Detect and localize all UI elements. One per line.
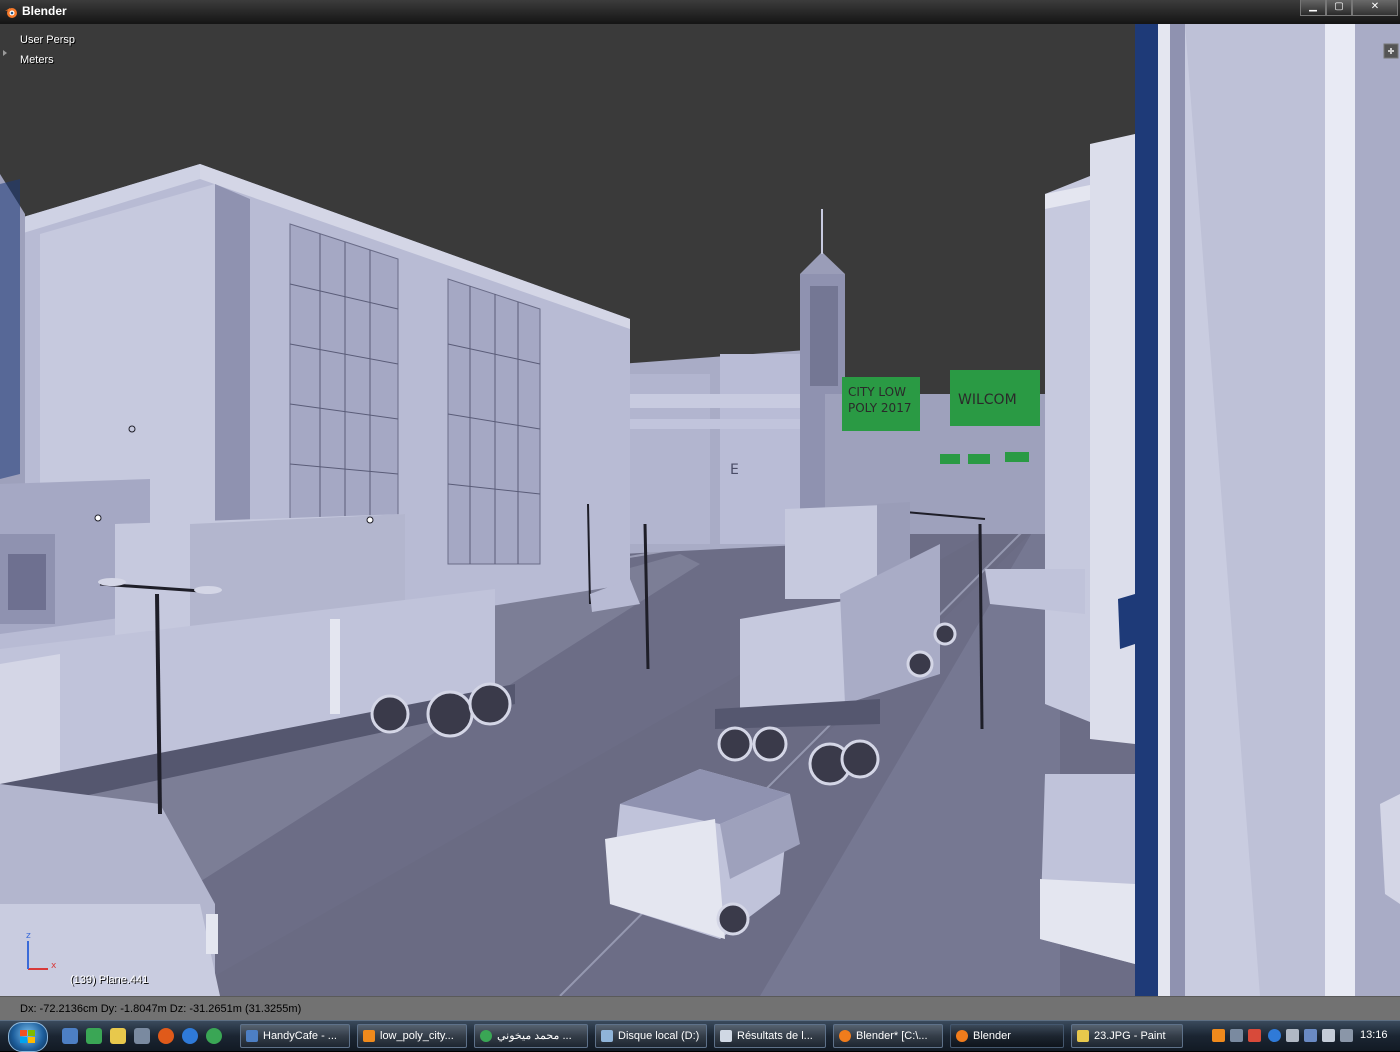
messenger-icon[interactable] xyxy=(182,1028,198,1044)
blender-icon xyxy=(839,1030,851,1042)
quicklaunch-tool-icon[interactable] xyxy=(134,1028,150,1044)
handycafe-icon xyxy=(246,1030,258,1042)
task-chrome[interactable]: محمد ميخوني ... xyxy=(474,1024,588,1048)
transform-readout: Dx: -72.2136cm Dy: -1.8047m Dz: -31.2651… xyxy=(20,1003,302,1015)
tray-network-icon[interactable] xyxy=(1286,1029,1299,1042)
tray-messenger-icon[interactable] xyxy=(1268,1029,1281,1042)
chrome-icon xyxy=(480,1030,492,1042)
billboard-wilcom-text: WILCOM xyxy=(958,392,1017,408)
task-label: Blender xyxy=(973,1030,1011,1042)
task-label: Blender* [C:\... xyxy=(856,1030,928,1042)
task-label: low_poly_city... xyxy=(380,1030,454,1042)
task-resultats[interactable]: Résultats de l... xyxy=(714,1024,826,1048)
tray-app-icon[interactable] xyxy=(1230,1029,1243,1042)
task-vlc-low-poly-city[interactable]: low_poly_city... xyxy=(357,1024,467,1048)
document-icon xyxy=(720,1030,732,1042)
task-paint[interactable]: 23.JPG - Paint xyxy=(1071,1024,1183,1048)
blender-logo-icon xyxy=(5,8,17,18)
tower-letter: E xyxy=(730,462,739,478)
axis-x-label: x xyxy=(51,961,57,971)
minimize-button[interactable]: ▁ xyxy=(1300,0,1326,16)
quicklaunch-app-icon[interactable] xyxy=(86,1028,102,1044)
windows-logo-icon xyxy=(20,1030,35,1043)
tray-bluetooth-icon[interactable] xyxy=(1304,1029,1317,1042)
window-controls: ▁ ▢ ✕ xyxy=(1300,0,1398,16)
quicklaunch-folder-icon[interactable] xyxy=(110,1028,126,1044)
axis-z-label: z xyxy=(26,931,31,941)
start-button[interactable] xyxy=(8,1022,48,1052)
active-object-info: (139) Plane.441 xyxy=(70,974,149,986)
tray-vlc-icon[interactable] xyxy=(1212,1029,1225,1042)
transform-status-bar: Dx: -72.2136cm Dy: -1.8047m Dz: -31.2651… xyxy=(0,996,1400,1021)
paint-icon xyxy=(1077,1030,1089,1042)
blender-icon xyxy=(956,1030,968,1042)
windows-taskbar: HandyCafe - ... low_poly_city... محمد مي… xyxy=(0,1020,1400,1052)
folder-icon xyxy=(601,1030,613,1042)
task-label: HandyCafe - ... xyxy=(263,1030,337,1042)
close-button[interactable]: ✕ xyxy=(1352,0,1398,16)
3d-viewport[interactable]: E CITY LOW POLY 2017 WILCOM x z User Per… xyxy=(0,24,1400,996)
billboard-line-2: POLY 2017 xyxy=(848,401,911,415)
billboard-line-1: CITY LOW xyxy=(848,385,906,399)
window-titlebar[interactable]: Blender ▁ ▢ ✕ xyxy=(0,0,1400,24)
tray-security-icon[interactable] xyxy=(1248,1029,1261,1042)
firefox-icon[interactable] xyxy=(158,1028,174,1044)
task-blender-active[interactable]: Blender xyxy=(950,1024,1064,1048)
city-scene: E CITY LOW POLY 2017 WILCOM x z xyxy=(0,24,1400,996)
maximize-button[interactable]: ▢ xyxy=(1326,0,1352,16)
unit-system-label: Meters xyxy=(20,54,54,66)
volume-icon[interactable] xyxy=(1322,1029,1335,1042)
task-blender-file[interactable]: Blender* [C:\... xyxy=(833,1024,943,1048)
task-handycafe[interactable]: HandyCafe - ... xyxy=(240,1024,350,1048)
tray-power-icon[interactable] xyxy=(1340,1029,1353,1042)
chrome-quicklaunch-icon[interactable] xyxy=(206,1028,222,1044)
task-label: Résultats de l... xyxy=(737,1030,813,1042)
window-title: Blender xyxy=(22,4,67,18)
vlc-icon xyxy=(363,1030,375,1042)
taskbar-clock[interactable]: 13:16 xyxy=(1360,1029,1388,1041)
task-label: Disque local (D:) xyxy=(618,1030,700,1042)
task-label: 23.JPG - Paint xyxy=(1094,1030,1166,1042)
task-label: محمد ميخوني ... xyxy=(497,1030,572,1042)
view-name: User Persp xyxy=(20,34,76,46)
show-desktop-icon[interactable] xyxy=(62,1028,78,1044)
properties-panel-toggle-icon[interactable] xyxy=(1383,43,1399,59)
task-disque-local[interactable]: Disque local (D:) xyxy=(595,1024,707,1048)
